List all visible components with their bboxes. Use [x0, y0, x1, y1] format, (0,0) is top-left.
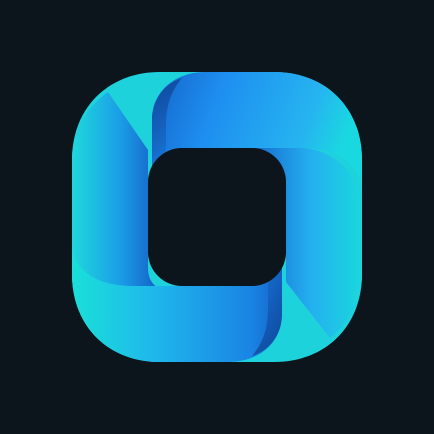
app-icon-canvas: [0, 0, 434, 434]
logo-inner-hole: [148, 148, 286, 286]
app-logo-icon: [72, 72, 362, 362]
